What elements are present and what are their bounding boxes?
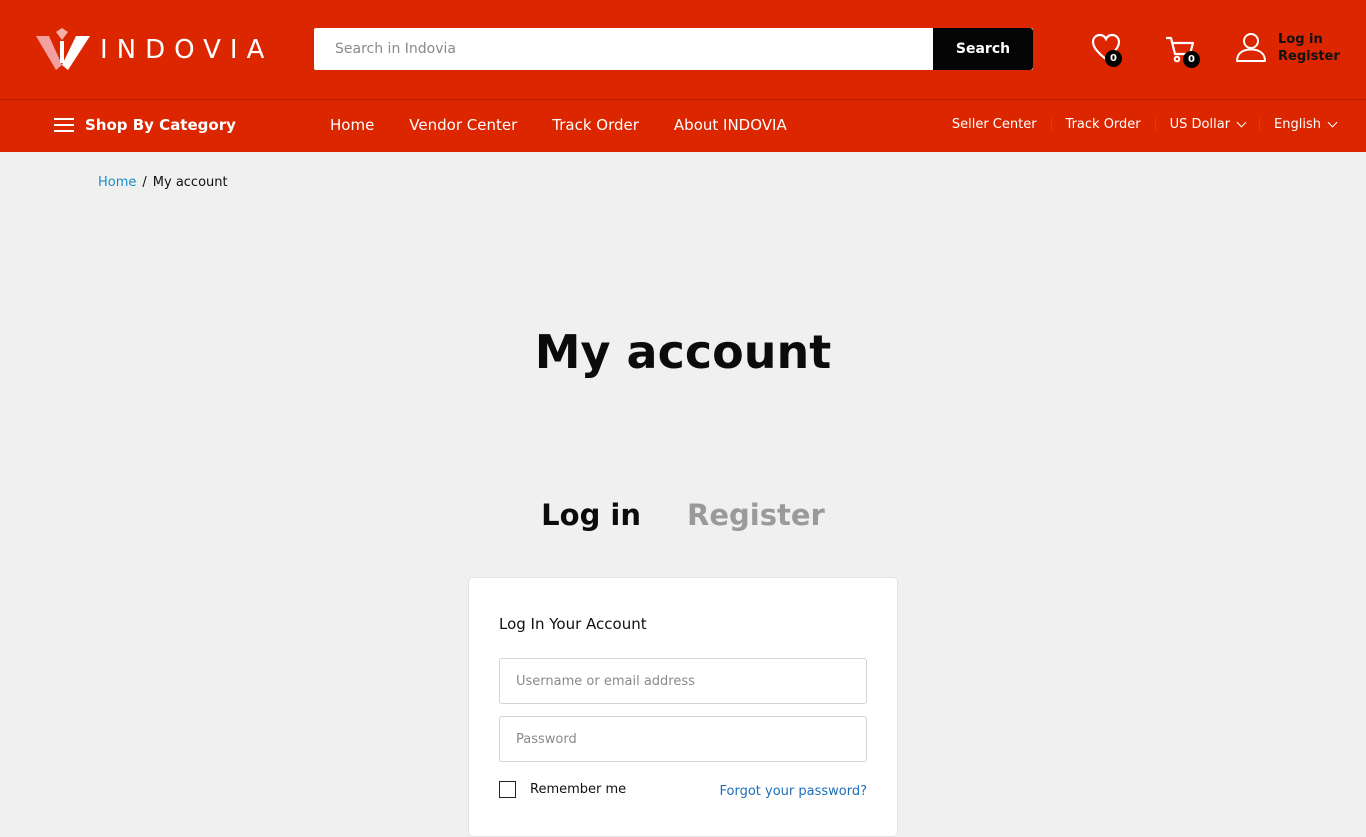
cart-button[interactable]: 0: [1164, 34, 1202, 70]
search-input[interactable]: [314, 28, 933, 70]
seller-center-link[interactable]: Seller Center: [952, 117, 1037, 132]
user-icon: [1236, 33, 1266, 62]
currency-label: US Dollar: [1169, 117, 1231, 132]
hamburger-icon: [54, 117, 74, 133]
password-field[interactable]: [499, 716, 867, 762]
remember-me[interactable]: Remember me: [499, 781, 626, 798]
logo-mark-icon: [36, 28, 90, 70]
breadcrumb-separator: /: [142, 175, 147, 190]
currency-selector[interactable]: US Dollar: [1169, 117, 1247, 132]
chevron-down-icon: [1236, 117, 1247, 127]
top-header: INDOVIA Search 0 0 Log in Register: [0, 0, 1366, 99]
account-tabs: Log in Register: [0, 498, 1366, 532]
nav-about[interactable]: About INDOVIA: [674, 116, 787, 134]
nav-home[interactable]: Home: [330, 116, 374, 134]
language-label: English: [1274, 117, 1321, 132]
remember-me-label: Remember me: [530, 782, 627, 797]
login-card: Log In Your Account Remember me Forgot y…: [468, 577, 898, 837]
breadcrumb-current: My account: [152, 175, 228, 190]
nav-track-order[interactable]: Track Order: [552, 116, 639, 134]
breadcrumb-home-link[interactable]: Home: [98, 175, 136, 190]
logo-text: INDOVIA: [100, 35, 274, 65]
login-card-title: Log In Your Account: [499, 615, 647, 633]
login-link[interactable]: Log in: [1278, 32, 1340, 48]
auth-links: Log in Register: [1278, 32, 1340, 65]
shop-by-category-button[interactable]: Shop By Category: [54, 116, 236, 134]
divider: [1259, 117, 1261, 132]
tab-register[interactable]: Register: [687, 498, 825, 532]
track-order-link[interactable]: Track Order: [1066, 117, 1141, 132]
language-selector[interactable]: English: [1274, 117, 1338, 132]
wishlist-button[interactable]: 0: [1090, 32, 1126, 68]
site-logo[interactable]: INDOVIA: [34, 28, 280, 72]
shop-by-category-label: Shop By Category: [85, 116, 236, 134]
search-button[interactable]: Search: [933, 28, 1033, 70]
divider: [1154, 117, 1156, 132]
nav-vendor-center[interactable]: Vendor Center: [409, 116, 517, 134]
cart-count-badge: 0: [1183, 51, 1200, 68]
chevron-down-icon: [1327, 117, 1338, 127]
remember-me-checkbox[interactable]: [499, 781, 516, 798]
breadcrumb: Home / My account: [98, 175, 228, 190]
page-title: My account: [534, 325, 832, 379]
forgot-password-link[interactable]: Forgot your password?: [719, 784, 867, 799]
username-field[interactable]: [499, 658, 867, 704]
search-bar: Search: [314, 28, 1033, 70]
nav-bar: Shop By Category Home Vendor Center Trac…: [0, 99, 1366, 152]
account-button[interactable]: [1234, 30, 1268, 64]
divider: [1050, 117, 1052, 132]
wishlist-count-badge: 0: [1105, 50, 1122, 67]
main-nav: Home Vendor Center Track Order About IND…: [330, 116, 787, 134]
tab-login[interactable]: Log in: [541, 498, 641, 532]
utility-nav: Seller Center Track Order US Dollar Engl…: [952, 117, 1338, 132]
register-link[interactable]: Register: [1278, 49, 1340, 65]
